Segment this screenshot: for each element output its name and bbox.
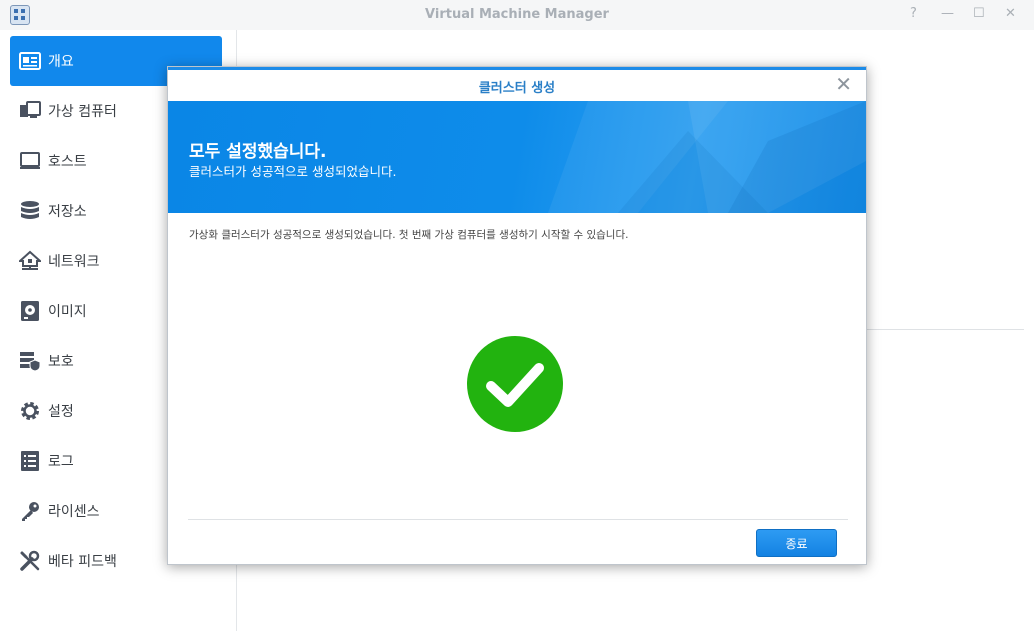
close-icon[interactable]: ✕: [835, 73, 852, 95]
storage-database-icon: [18, 199, 42, 223]
network-icon: [18, 249, 42, 273]
host-monitor-icon: [18, 149, 42, 173]
virtual-machine-icon: [18, 99, 42, 123]
log-list-icon: [18, 449, 42, 473]
sidebar-item-label: 라이센스: [48, 504, 100, 520]
help-icon[interactable]: ?: [910, 6, 917, 21]
minimize-icon[interactable]: —: [941, 6, 954, 21]
overview-icon: [18, 49, 42, 73]
gear-icon: [18, 399, 42, 423]
finish-button[interactable]: 종료: [756, 529, 837, 557]
license-key-icon: [18, 499, 42, 523]
sidebar-item-label: 호스트: [48, 154, 87, 170]
sidebar-item-label: 저장소: [48, 204, 87, 220]
close-window-icon[interactable]: ✕: [1005, 6, 1016, 21]
success-check-icon: [467, 336, 563, 432]
protection-icon: [18, 349, 42, 373]
background-divider: [866, 329, 1024, 330]
success-banner: 모두 설정했습니다. 클러스터가 성공적으로 생성되었습니다.: [168, 101, 866, 213]
banner-subheading: 클러스터가 성공적으로 생성되었습니다.: [189, 164, 397, 179]
disk-image-icon: [18, 299, 42, 323]
sidebar-item-label: 개요: [48, 54, 74, 70]
wrench-icon: [18, 549, 42, 573]
sidebar-item-label: 로그: [48, 454, 74, 470]
dialog-description: 가상화 클러스터가 성공적으로 생성되었습니다. 첫 번째 가상 컴퓨터를 생성…: [189, 229, 629, 241]
title-bar: Virtual Machine Manager ? — ☐ ✕: [0, 0, 1034, 30]
dialog-accent-bar: [168, 67, 866, 70]
sidebar-item-label: 베타 피드백: [48, 554, 117, 570]
sidebar-item-label: 가상 컴퓨터: [48, 104, 117, 120]
banner-heading: 모두 설정했습니다.: [189, 142, 327, 162]
dialog-title: 클러스터 생성: [478, 81, 556, 96]
window-title: Virtual Machine Manager: [425, 7, 609, 22]
maximize-icon[interactable]: ☐: [973, 6, 985, 21]
footer-divider: [188, 519, 848, 520]
sidebar-item-label: 네트워크: [48, 254, 100, 270]
sidebar-item-label: 보호: [48, 354, 74, 370]
sidebar-item-label: 이미지: [48, 304, 87, 320]
create-cluster-dialog: 클러스터 생성 ✕ 모두 설정했습니다. 클러스터가 성공적으로 생성되었습니다…: [167, 66, 867, 565]
sidebar-item-label: 설정: [48, 404, 74, 420]
